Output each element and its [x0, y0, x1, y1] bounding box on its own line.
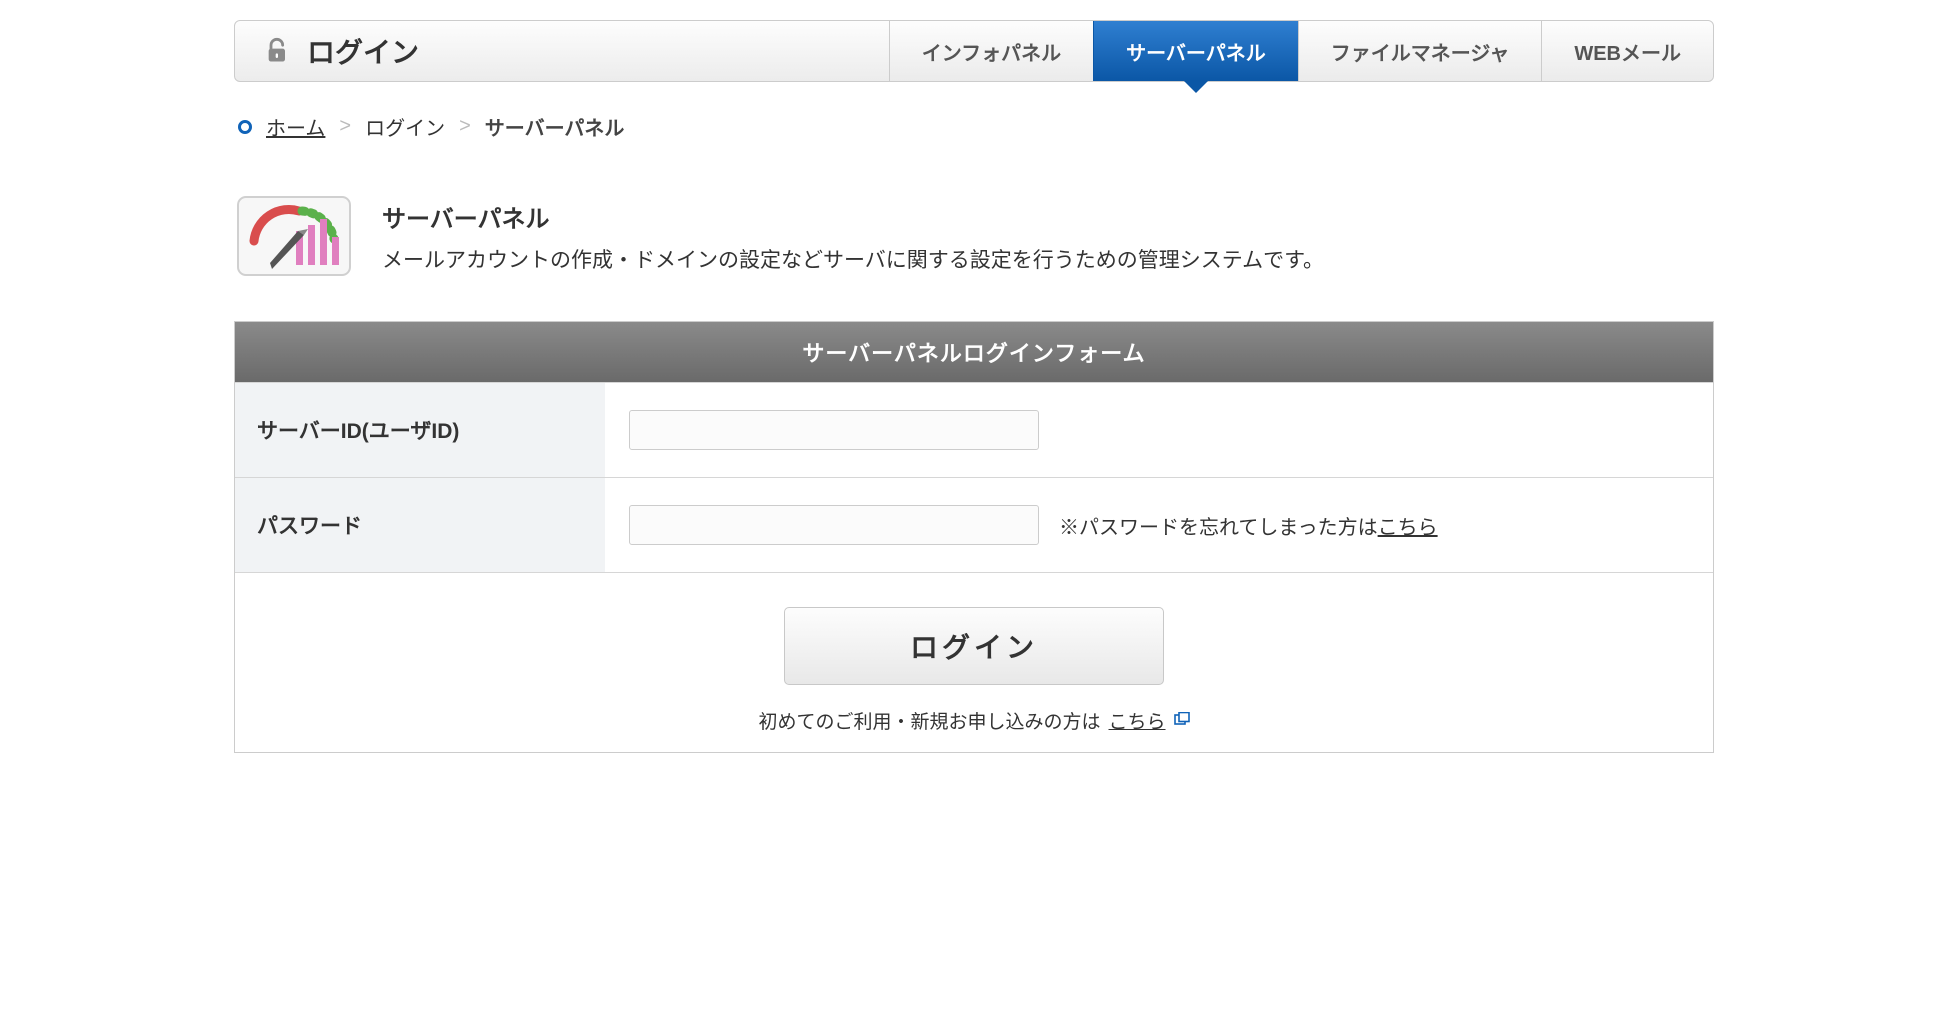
tab-web-mail[interactable]: WEBメール	[1541, 21, 1713, 81]
forgot-password-prefix: ※パスワードを忘れてしまった方は	[1059, 517, 1378, 539]
breadcrumb-home-link[interactable]: ホーム	[266, 112, 325, 141]
page-title: ログイン	[235, 21, 889, 81]
breadcrumb: ホーム > ログイン > サーバーパネル	[238, 112, 1714, 141]
breadcrumb-sep-icon: >	[459, 115, 471, 138]
login-form-header: サーバーパネルログインフォーム	[235, 322, 1713, 382]
header-bar: ログイン インフォパネル サーバーパネル ファイルマネージャ WEBメール	[234, 20, 1714, 82]
intro-description: メールアカウントの作成・ドメインの設定などサーバに関する設定を行うための管理シス…	[382, 244, 1324, 274]
breadcrumb-current: サーバーパネル	[485, 112, 625, 141]
submit-row: ログイン 初めてのご利用・新規お申し込みの方はこちら	[235, 572, 1713, 752]
breadcrumb-sep-icon: >	[339, 115, 351, 138]
dashboard-gauge-icon	[234, 191, 354, 281]
intro: サーバーパネル メールアカウントの作成・ドメインの設定などサーバに関する設定を行…	[234, 191, 1714, 281]
tab-info-panel[interactable]: インフォパネル	[889, 21, 1093, 81]
password-row: パスワード ※パスワードを忘れてしまった方はこちら	[235, 477, 1713, 572]
external-link-icon	[1174, 710, 1190, 732]
server-id-label: サーバーID(ユーザID)	[235, 383, 605, 477]
breadcrumb-bullet-icon	[238, 120, 252, 134]
server-id-row: サーバーID(ユーザID)	[235, 382, 1713, 477]
breadcrumb-login: ログイン	[365, 112, 445, 141]
server-id-field-cell	[605, 383, 1713, 477]
server-id-input[interactable]	[629, 410, 1039, 450]
forgot-password-link[interactable]: こちら	[1378, 517, 1438, 539]
signup-prefix: 初めてのご利用・新規お申し込みの方は	[758, 707, 1100, 734]
login-button[interactable]: ログイン	[784, 607, 1164, 685]
forgot-password-note: ※パスワードを忘れてしまった方はこちら	[1059, 511, 1438, 540]
signup-link[interactable]: こちら	[1109, 707, 1166, 734]
lock-open-icon	[263, 37, 293, 65]
tab-file-manager[interactable]: ファイルマネージャ	[1298, 21, 1542, 81]
tabs: インフォパネル サーバーパネル ファイルマネージャ WEBメール	[889, 21, 1713, 81]
signup-note: 初めてのご利用・新規お申し込みの方はこちら	[758, 707, 1189, 734]
login-form-panel: サーバーパネルログインフォーム サーバーID(ユーザID) パスワード ※パスワ…	[234, 321, 1714, 753]
tab-server-panel[interactable]: サーバーパネル	[1093, 21, 1298, 81]
password-field-cell: ※パスワードを忘れてしまった方はこちら	[605, 478, 1713, 572]
page-title-text: ログイン	[307, 31, 419, 71]
intro-heading: サーバーパネル	[382, 199, 1324, 234]
intro-text: サーバーパネル メールアカウントの作成・ドメインの設定などサーバに関する設定を行…	[382, 199, 1324, 274]
password-label: パスワード	[235, 478, 605, 572]
password-input[interactable]	[629, 505, 1039, 545]
